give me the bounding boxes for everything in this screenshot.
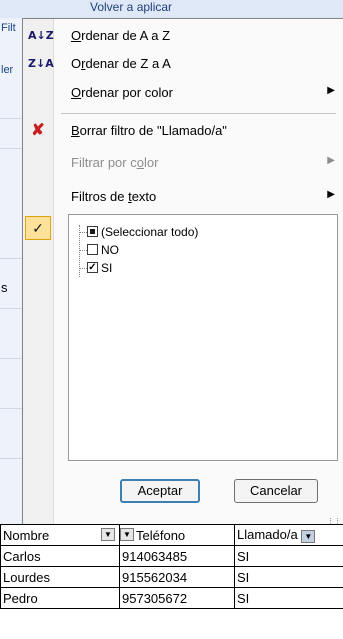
table-cell[interactable]: 914063485 [119,545,235,567]
menu-item-label: Ordenar de Z a A [71,56,171,71]
table-cell[interactable]: 957305672 [119,587,235,609]
tree-connector [79,232,87,233]
menu-separator [61,113,336,114]
filter-dropdown-icon[interactable]: ▼ [101,527,115,541]
reapply-label[interactable]: Volver a aplicar [90,0,172,14]
menu-item-label: Ordenar de A a Z [71,28,171,43]
menu-item-label: Filtrar por color [71,155,159,170]
table-cell[interactable]: 915562034 [119,566,235,588]
table-cell[interactable]: SI [234,566,343,588]
sort-ascending-icon: A↓Z [28,29,54,42]
worksheet-left-fragment: Filt ler s [0,18,23,528]
table-row: Lourdes 915562034 SI [0,566,343,588]
table-cell[interactable]: Carlos [0,545,120,567]
filter-values-list[interactable]: (Seleccionar todo) NO ✓ SI [68,214,338,461]
submenu-arrow-icon: ▶ [327,155,335,166]
menu-item-label: Borrar filtro de "Llamado/a" [71,123,227,138]
filter-dropdown-icon[interactable]: ▼ [120,527,134,541]
tree-connector [79,250,87,251]
menu-item-sort-by-color[interactable]: Ordenar por color ▶ [23,80,343,106]
table-cell[interactable]: Pedro [0,587,120,609]
menu-item-clear-filter[interactable]: ✘ Borrar filtro de "Llamado/a" [23,118,343,144]
list-item-label: NO [101,243,119,257]
row-divider [0,308,22,309]
row-divider [0,408,22,409]
table-cell[interactable]: SI [234,545,343,567]
si-checkbox[interactable]: ✓ [87,262,98,273]
cell-fragment: s [1,280,8,295]
filter-active-icon[interactable]: ▼ [301,529,316,543]
row-divider [0,458,22,459]
menu-item-sort-z-a[interactable]: Z↓A Ordenar de Z a A [23,51,343,77]
ribbon-fragment-label: ler [1,64,14,76]
submenu-arrow-icon: ▶ [327,189,335,200]
select-all-checkbox[interactable] [87,226,98,237]
menu-item-label: Filtros de texto [71,189,157,204]
menu-item-text-filters[interactable]: Filtros de texto ▶ [23,184,343,210]
menu-item-filter-by-color: Filtrar por color ▶ [23,150,343,176]
table-cell[interactable]: SI [234,587,343,609]
accept-button[interactable]: Aceptar [120,479,200,503]
checkmark-icon: ✓ [25,216,51,240]
list-item-label: (Seleccionar todo) [101,225,199,239]
row-divider [0,148,22,149]
ribbon-filter-fragment: Filt [1,22,16,34]
no-checkbox[interactable] [87,244,98,255]
menu-item-sort-a-z[interactable]: A↓Z Ordenar de A a Z [23,23,343,49]
autofilter-menu: A↓Z Ordenar de A a Z Z↓A Ordenar de Z a … [22,18,343,526]
data-table: Nombre ▼ Teléfono ▼ Llamado/a ▼ Carlos 9… [0,524,343,609]
table-row: Carlos 914063485 SI [0,545,343,567]
clear-filter-icon: ✘ [31,122,45,139]
sort-descending-icon: Z↓A [28,57,54,70]
row-divider [0,358,22,359]
table-header-row: Nombre ▼ Teléfono ▼ Llamado/a ▼ [0,524,343,546]
table-cell[interactable]: Lourdes [0,566,120,588]
row-divider [0,118,22,119]
table-row: Pedro 957305672 SI [0,587,343,609]
header-cell-nombre[interactable]: Nombre ▼ [0,524,120,546]
row-divider [0,258,22,259]
header-cell-telefono[interactable]: Teléfono ▼ [119,524,235,546]
ribbon-fragment: Volver a aplicar [0,0,343,19]
tree-connector [79,268,87,269]
header-cell-llamado[interactable]: Llamado/a ▼ [234,524,343,546]
menu-item-label: Ordenar por color [71,85,173,100]
submenu-arrow-icon: ▶ [327,85,335,96]
cancel-button[interactable]: Cancelar [234,479,318,503]
list-item-label: SI [101,261,113,275]
